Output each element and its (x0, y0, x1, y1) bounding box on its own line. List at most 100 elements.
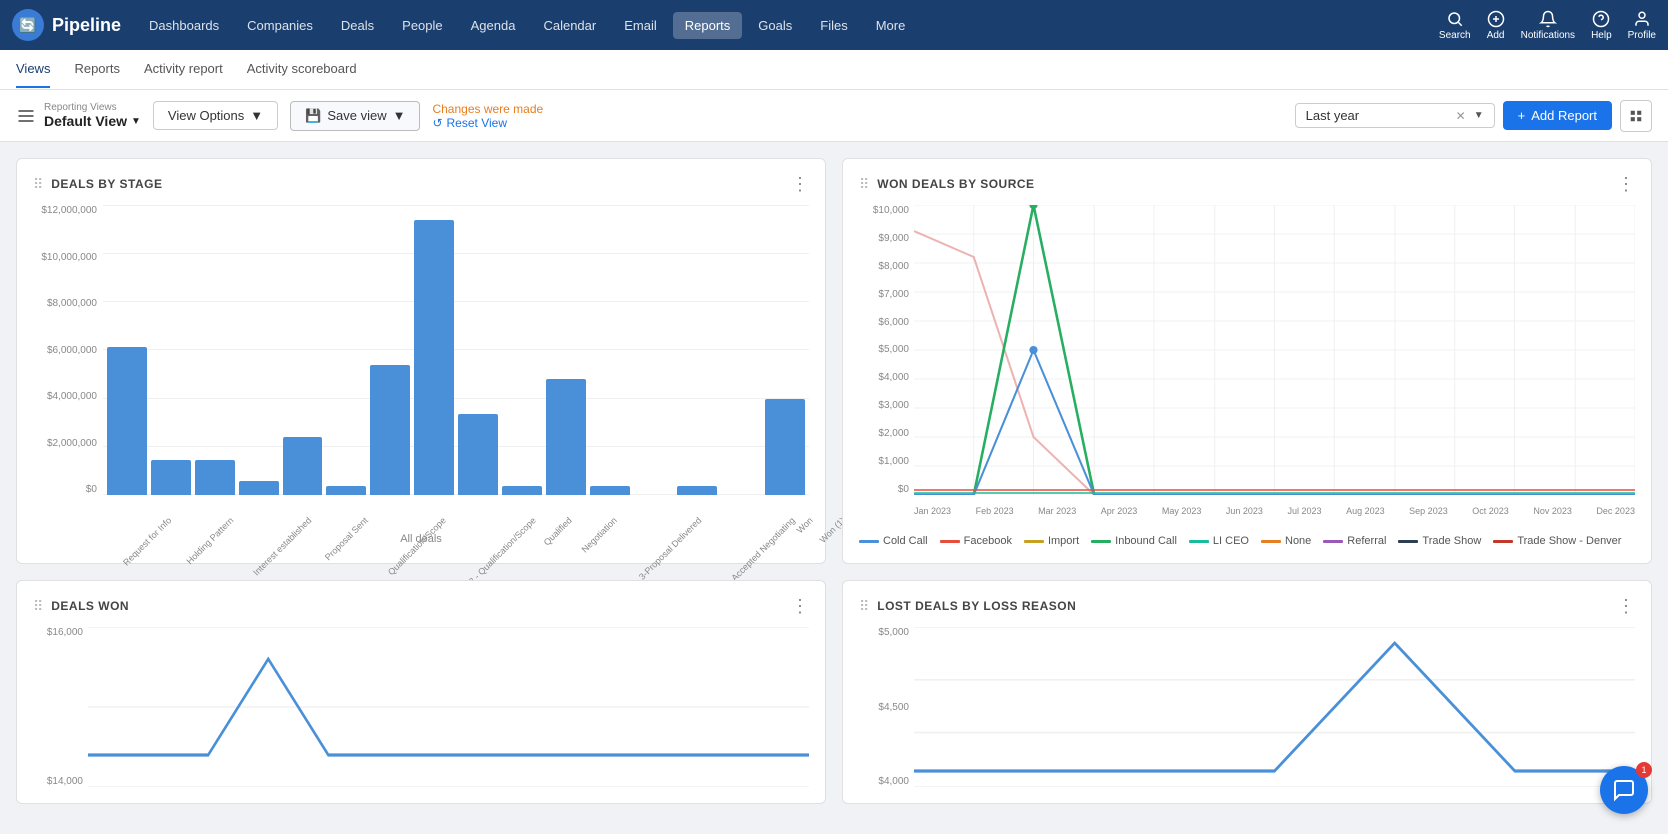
reset-view-link[interactable]: ↺ Reset View (432, 116, 543, 130)
logo[interactable]: 🔄 Pipeline (12, 9, 121, 41)
lost-deals-title: LOST DEALS BY LOSS REASON (877, 599, 1076, 613)
won-deals-chart: $10,000$9,000$8,000$7,000$6,000$5,000$4,… (859, 205, 1635, 525)
search-button[interactable]: Search (1439, 10, 1471, 41)
bar-item[interactable] (370, 365, 410, 496)
bar-item[interactable] (765, 399, 805, 495)
save-view-button[interactable]: 💾 Save view ▼ (290, 101, 420, 131)
legend-cold-call: Cold Call (859, 535, 928, 547)
add-button[interactable]: Add (1487, 10, 1505, 41)
add-report-button[interactable]: + Add Report (1503, 101, 1612, 130)
chat-icon (1612, 778, 1636, 802)
profile-button[interactable]: Profile (1628, 10, 1656, 41)
legend-color (1323, 540, 1343, 543)
deals-won-chart: $16,000 $14,000 (33, 627, 809, 787)
reporting-views-label: Reporting Views (44, 102, 141, 113)
deals-won-card: ⠿ DEALS WON ⋮ $16,000 $14,000 (16, 580, 826, 804)
nav-people[interactable]: People (390, 12, 454, 39)
drag-handle-icon[interactable]: ⠿ (33, 598, 43, 615)
legend-facebook: Facebook (940, 535, 1012, 547)
legend-li-ceo: LI CEO (1189, 535, 1249, 547)
grid-view-toggle[interactable] (1620, 100, 1652, 132)
deals-by-stage-card: ⠿ DEALS BY STAGE ⋮ $12,000,000 $10,000,0… (16, 158, 826, 564)
legend-inbound-call: Inbound Call (1091, 535, 1177, 547)
main-content: ⠿ DEALS BY STAGE ⋮ $12,000,000 $10,000,0… (0, 142, 1668, 834)
deals-by-stage-chart: $12,000,000 $10,000,000 $8,000,000 $6,00… (33, 205, 809, 525)
view-label-area: Reporting Views Default View ▼ (44, 102, 141, 129)
subnav-reports[interactable]: Reports (74, 51, 120, 88)
date-filter-value: Last year (1306, 108, 1448, 123)
drag-handle-icon[interactable]: ⠿ (859, 176, 869, 193)
chevron-down-icon: ▼ (131, 116, 141, 127)
chevron-down-icon: ▼ (250, 108, 263, 123)
deals-won-title: DEALS WON (51, 599, 129, 613)
bar-item[interactable] (590, 486, 630, 495)
nav-right-icons: Search Add Notifications Help Profile (1439, 10, 1656, 41)
subnav-activity-report[interactable]: Activity report (144, 51, 223, 88)
logo-icon: 🔄 (12, 9, 44, 41)
bar-item[interactable] (151, 460, 191, 495)
bar-item[interactable] (546, 379, 586, 495)
help-button[interactable]: Help (1591, 10, 1612, 41)
date-clear-icon[interactable]: ✕ (1456, 109, 1466, 123)
won-deals-header: ⠿ WON DEALS BY SOURCE ⋮ (859, 175, 1635, 193)
bar-item[interactable] (195, 460, 235, 495)
default-view-label[interactable]: Default View ▼ (44, 113, 141, 129)
legend-trade-show: Trade Show (1398, 535, 1481, 547)
nav-deals[interactable]: Deals (329, 12, 386, 39)
reset-icon: ↺ (432, 116, 442, 130)
bar-item[interactable] (677, 486, 717, 495)
date-chevron-icon[interactable]: ▼ (1474, 110, 1484, 121)
drag-handle-icon[interactable]: ⠿ (859, 598, 869, 615)
lost-deals-svg (914, 627, 1635, 787)
nav-calendar[interactable]: Calendar (531, 12, 608, 39)
chart-inner (103, 205, 809, 495)
date-filter[interactable]: Last year ✕ ▼ (1295, 103, 1495, 128)
plus-icon: + (1518, 108, 1526, 123)
legend-referral: Referral (1323, 535, 1386, 547)
deals-by-stage-header: ⠿ DEALS BY STAGE ⋮ (33, 175, 809, 193)
nav-reports[interactable]: Reports (673, 12, 743, 39)
line-chart-svg-area (914, 205, 1635, 495)
legend-color (1398, 540, 1418, 543)
lost-deals-chart: $5,000 $4,500 $4,000 (859, 627, 1635, 787)
legend-color (1024, 540, 1044, 543)
y-axis: $16,000 $14,000 (33, 627, 88, 787)
bar-item[interactable] (283, 437, 323, 495)
changes-area: Changes were made ↺ Reset View (432, 102, 543, 130)
won-deals-legend: Cold Call Facebook Import Inbound Call L… (859, 535, 1635, 547)
x-axis: Request for InfoHolding PatternInterest … (103, 495, 809, 525)
nav-companies[interactable]: Companies (235, 12, 325, 39)
logo-text: Pipeline (52, 15, 121, 36)
nav-more[interactable]: More (864, 12, 918, 39)
chart-menu-icon[interactable]: ⋮ (791, 597, 809, 615)
chart-menu-icon[interactable]: ⋮ (791, 175, 809, 193)
subnav-activity-scoreboard[interactable]: Activity scoreboard (247, 51, 357, 88)
nav-dashboards[interactable]: Dashboards (137, 12, 231, 39)
notifications-button[interactable]: Notifications (1521, 10, 1575, 41)
bar-item[interactable] (326, 486, 366, 495)
nav-files[interactable]: Files (808, 12, 859, 39)
bar-item[interactable] (502, 486, 542, 495)
bar-item[interactable] (458, 414, 498, 495)
legend-color (1493, 540, 1513, 543)
chart-menu-icon[interactable]: ⋮ (1617, 597, 1635, 615)
nav-goals[interactable]: Goals (746, 12, 804, 39)
legend-color (940, 540, 960, 543)
chat-button[interactable]: 1 (1600, 766, 1648, 814)
lost-deals-header: ⠿ LOST DEALS BY LOSS REASON ⋮ (859, 597, 1635, 615)
sub-navigation: Views Reports Activity report Activity s… (0, 50, 1668, 90)
chart-menu-icon[interactable]: ⋮ (1617, 175, 1635, 193)
view-options-button[interactable]: View Options ▼ (153, 101, 278, 130)
bar-item[interactable] (414, 220, 454, 496)
bars-container (103, 205, 809, 495)
legend-color (859, 540, 879, 543)
bar-item[interactable] (107, 347, 147, 495)
nav-email[interactable]: Email (612, 12, 669, 39)
nav-agenda[interactable]: Agenda (459, 12, 528, 39)
charts-grid: ⠿ DEALS BY STAGE ⋮ $12,000,000 $10,000,0… (0, 142, 1668, 820)
legend-color (1261, 540, 1281, 543)
subnav-views[interactable]: Views (16, 51, 50, 88)
legend-trade-show-denver: Trade Show - Denver (1493, 535, 1621, 547)
drag-handle-icon[interactable]: ⠿ (33, 176, 43, 193)
bar-item[interactable] (239, 481, 279, 496)
